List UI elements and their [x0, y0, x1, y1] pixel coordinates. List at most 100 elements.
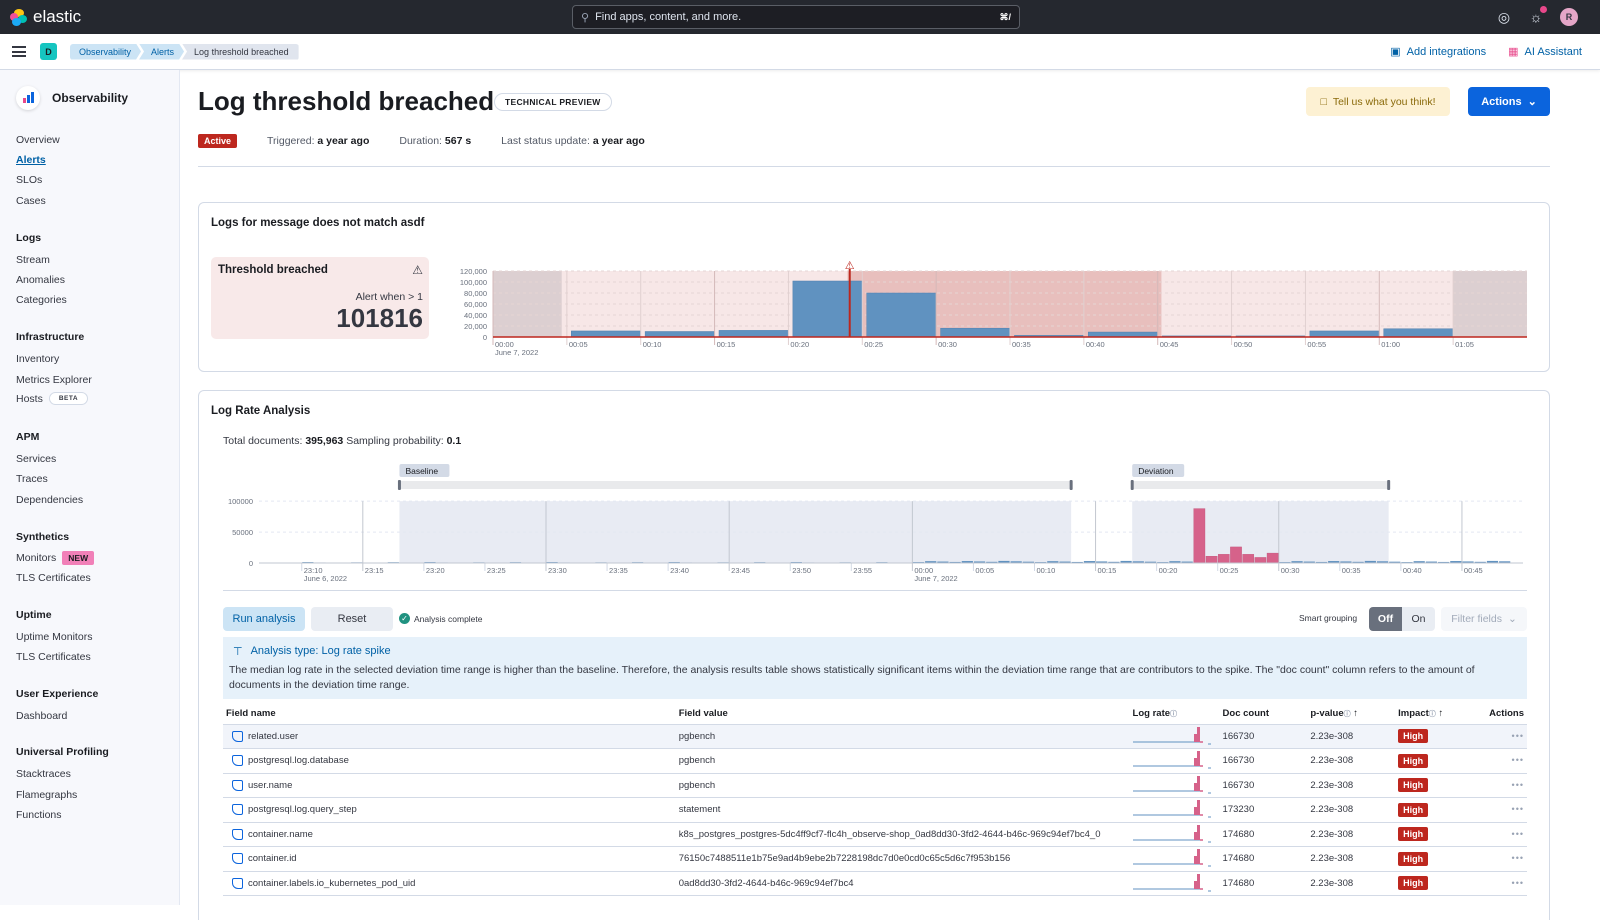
actions-cell: ••• — [1475, 822, 1527, 847]
log-rate-sparkline-cell — [1130, 724, 1220, 749]
sidebar-item-services[interactable]: Services — [16, 453, 56, 465]
table-row[interactable]: container.namek8s_postgres_postgres-5dc4… — [223, 822, 1527, 847]
breadcrumb-observability[interactable]: Observability — [70, 44, 141, 60]
x-tick-label: 00:15 — [717, 340, 736, 349]
sidebar-item-traces[interactable]: Traces — [16, 473, 48, 485]
x-tick-label: 00:10 — [643, 340, 662, 349]
breadcrumb: Observability Alerts Log threshold breac… — [70, 44, 297, 60]
add-integrations-link[interactable]: ▣Add integrations — [1390, 45, 1486, 58]
x-tick-label: 01:05 — [1455, 340, 1474, 349]
impact-badge: High — [1398, 778, 1428, 792]
p-value-cell: 2.23e-308 — [1307, 822, 1395, 847]
reset-button[interactable]: Reset — [311, 607, 393, 631]
sort-asc-icon: ↑ — [1438, 708, 1443, 719]
field-value-cell: 0ad8dd30-3fd2-4644-b46c-969c94ef7bc4 — [676, 871, 1130, 896]
impact-cell: High — [1395, 798, 1475, 823]
table-row[interactable]: container.labels.io_kubernetes_pod_uid0a… — [223, 871, 1527, 896]
more-actions-icon[interactable]: ••• — [1512, 780, 1524, 790]
sidebar-item-uptime-monitors[interactable]: Uptime Monitors — [16, 631, 92, 643]
column-p-value[interactable]: p-valueⓘ ↑ — [1307, 703, 1395, 724]
doc-count-cell: 166730 — [1220, 773, 1308, 798]
sidebar-item-flamegraphs[interactable]: Flamegraphs — [16, 789, 77, 801]
check-circle-icon: ✓ — [399, 613, 410, 624]
sidebar-item-monitors[interactable]: MonitorsNEW — [16, 551, 94, 565]
sidebar-item-dependencies[interactable]: Dependencies — [16, 494, 83, 506]
news-feed-icon[interactable]: ☼ — [1528, 9, 1544, 25]
menu-toggle-icon[interactable] — [12, 46, 26, 57]
y-tick-label: 40,000 — [464, 311, 487, 320]
observability-logo-icon — [16, 86, 40, 110]
run-analysis-button[interactable]: Run analysis — [223, 607, 305, 631]
sidebar-item-hosts[interactable]: HostsBETA — [16, 392, 88, 405]
more-actions-icon[interactable]: ••• — [1512, 829, 1524, 839]
sidebar-item-functions[interactable]: Functions — [16, 809, 62, 821]
sidebar-item-anomalies[interactable]: Anomalies — [16, 274, 65, 286]
baseline-brush-handle-right — [1070, 480, 1073, 490]
sidebar-item-cases[interactable]: Cases — [16, 195, 46, 207]
smart-grouping-on[interactable]: On — [1402, 607, 1435, 631]
elastic-logo[interactable]: elastic — [10, 7, 81, 27]
baseline-brush-handle-left — [398, 480, 401, 490]
out-of-range-zone-left — [493, 271, 562, 337]
column-field-value[interactable]: Field value — [676, 703, 1130, 724]
log-rate-sparkline-cell — [1130, 773, 1220, 798]
more-actions-icon[interactable]: ••• — [1512, 731, 1524, 741]
date-label: June 7, 2022 — [914, 574, 957, 583]
help-icon[interactable]: ◎ — [1496, 9, 1512, 25]
field-value-cell: pgbench — [676, 749, 1130, 774]
log-rate-sparkline — [1133, 847, 1217, 867]
column-field-name[interactable]: Field name — [223, 703, 676, 724]
column-log-rate[interactable]: Log rateⓘ — [1130, 703, 1220, 724]
log-rate-panel: Log Rate Analysis Total documents: 395,9… — [198, 390, 1550, 920]
global-search-input[interactable]: ⚲ Find apps, content, and more. ⌘/ — [572, 5, 1020, 29]
sidebar-item-inventory[interactable]: Inventory — [16, 353, 59, 365]
breadcrumb-alerts[interactable]: Alerts — [139, 44, 184, 60]
smart-grouping-off[interactable]: Off — [1369, 607, 1402, 631]
column-impact[interactable]: Impactⓘ ↑ — [1395, 703, 1475, 724]
table-row[interactable]: user.namepgbench1667302.23e-308High••• — [223, 773, 1527, 798]
x-tick-label: 23:50 — [792, 566, 811, 575]
table-row[interactable]: postgresql.log.databasepgbench1667302.23… — [223, 749, 1527, 774]
column-doc-count[interactable]: Doc count — [1220, 703, 1308, 724]
y-tick-label: 80,000 — [464, 289, 487, 298]
feedback-button[interactable]: □Tell us what you think! — [1306, 87, 1450, 116]
space-selector[interactable]: D — [40, 43, 57, 60]
sidebar-item-stream[interactable]: Stream — [16, 254, 50, 266]
more-actions-icon[interactable]: ••• — [1512, 804, 1524, 814]
log-rate-sparkline — [1133, 774, 1217, 794]
filter-fields-dropdown[interactable]: Filter fields⌄ — [1441, 607, 1527, 631]
sidebar-item-categories[interactable]: Categories — [16, 294, 67, 306]
sparkline-bar — [1194, 758, 1197, 766]
x-tick-label: 00:05 — [975, 566, 994, 575]
sidebar-item-alerts[interactable]: Alerts — [16, 154, 46, 166]
x-tick-label: 23:15 — [365, 566, 384, 575]
sidebar-item-uptime-tls-certificates[interactable]: TLS Certificates — [16, 651, 91, 663]
sidebar-item-stacktraces[interactable]: Stacktraces — [16, 768, 71, 780]
comment-icon: □ — [1320, 96, 1326, 108]
table-row[interactable]: postgresql.log.query_stepstatement173230… — [223, 798, 1527, 823]
ai-assistant-link[interactable]: ▦AI Assistant — [1508, 45, 1582, 58]
deviation-bar — [1267, 553, 1278, 563]
sparkline-bar — [1194, 807, 1197, 815]
more-actions-icon[interactable]: ••• — [1512, 853, 1524, 863]
sidebar-item-slos[interactable]: SLOs — [16, 174, 42, 186]
deviation-bar — [1230, 547, 1241, 563]
user-avatar[interactable]: R — [1560, 8, 1578, 26]
sidebar-item-metrics-explorer[interactable]: Metrics Explorer — [16, 374, 92, 386]
table-row[interactable]: container.id76150c7488511e1b75e9ad4b9ebe… — [223, 847, 1527, 872]
doc-count-cell: 174680 — [1220, 847, 1308, 872]
more-actions-icon[interactable]: ••• — [1512, 755, 1524, 765]
x-tick-label: 23:25 — [487, 566, 506, 575]
y-tick-label: 0 — [483, 333, 487, 342]
elastic-logo-icon — [10, 9, 27, 26]
x-tick-label: 00:40 — [1403, 566, 1422, 575]
sparkline-spike — [1197, 776, 1200, 791]
actions-button[interactable]: Actions⌄ — [1468, 87, 1550, 116]
sidebar-item-dashboard[interactable]: Dashboard — [16, 710, 67, 722]
x-tick-label: 23:55 — [853, 566, 872, 575]
sidebar-item-tls-certificates[interactable]: TLS Certificates — [16, 572, 91, 584]
table-row[interactable]: related.userpgbench1667302.23e-308High••… — [223, 724, 1527, 749]
sparkline-spike — [1197, 825, 1200, 840]
more-actions-icon[interactable]: ••• — [1512, 878, 1524, 888]
sidebar-item-overview[interactable]: Overview — [16, 134, 60, 146]
